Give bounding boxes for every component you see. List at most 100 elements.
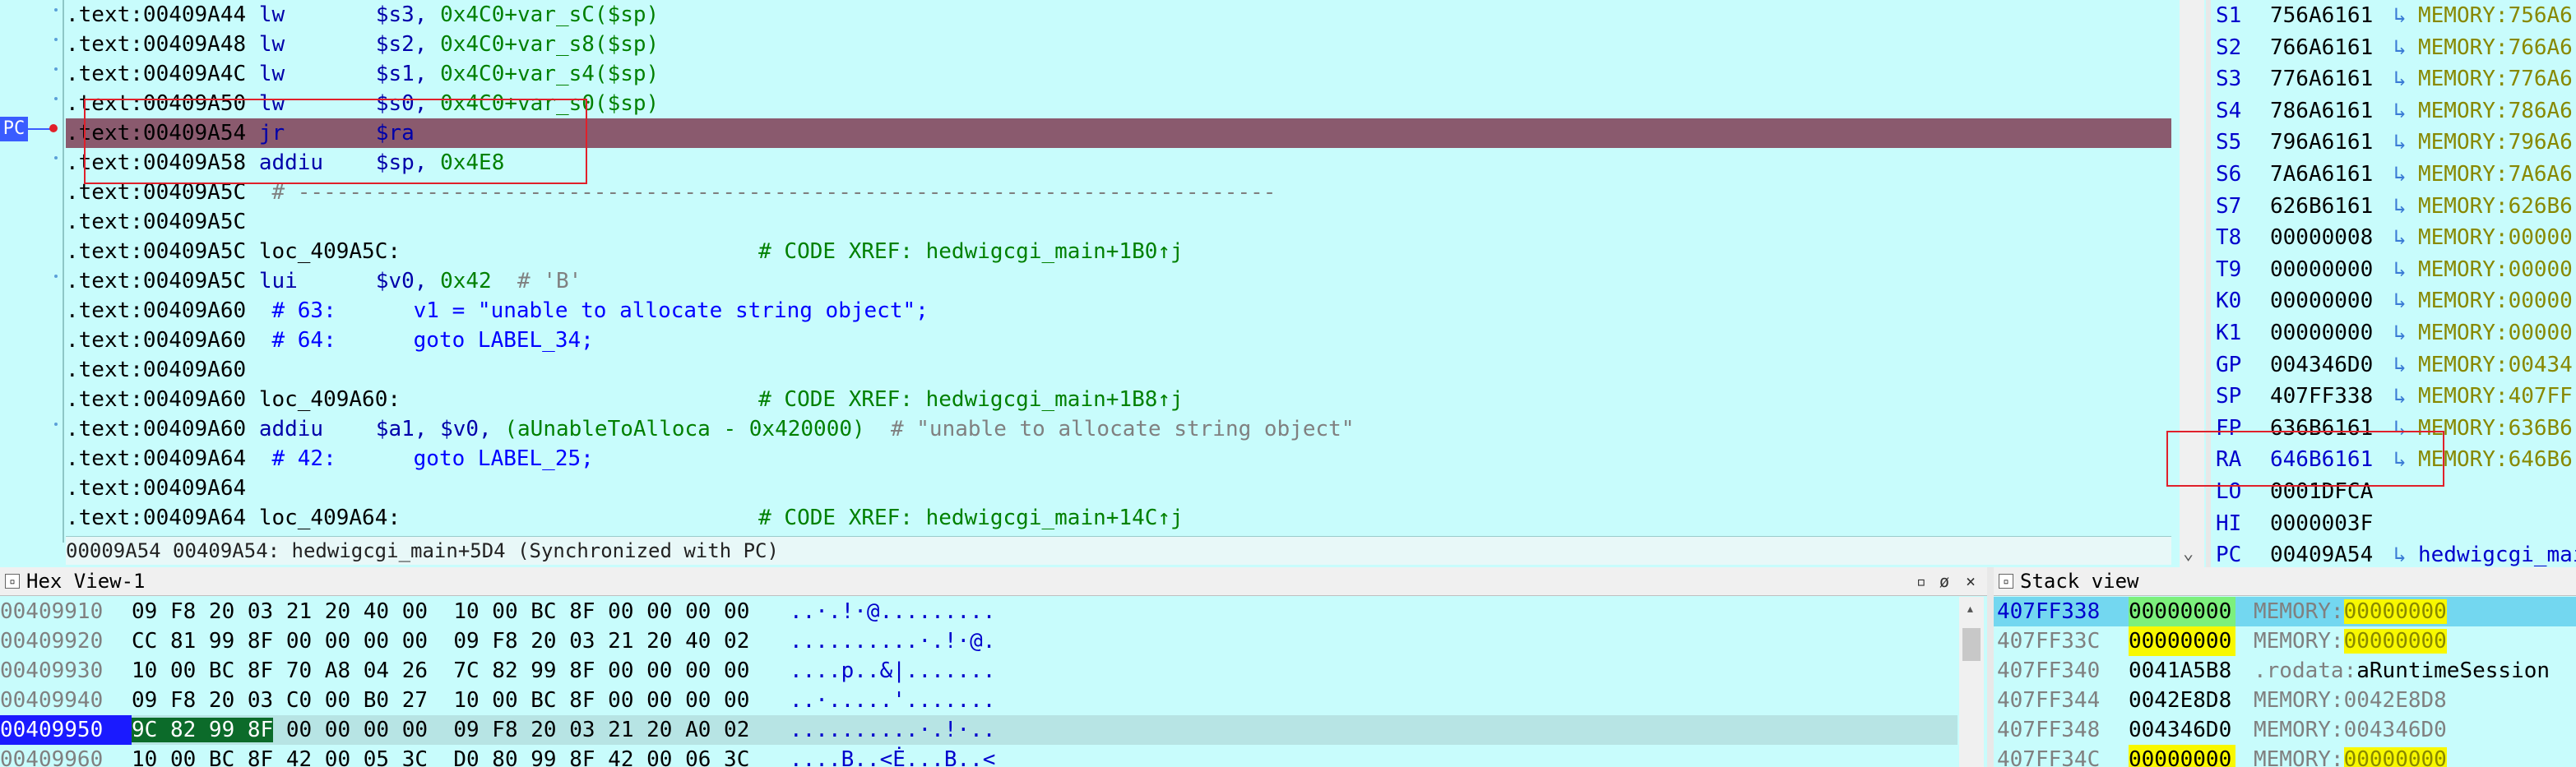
hex-row[interactable]: 00409930 10 00 BC 8F 70 A8 04 26 7C 82 99… [0,656,1957,686]
hex-scrollbar[interactable]: ▴ [1959,597,1984,767]
hex-bytes-selected[interactable]: 9C 82 99 8F [132,718,274,742]
register-value[interactable]: 004346D0 [2270,349,2393,381]
jump-arrow-icon[interactable]: ↳ [2393,95,2418,127]
register-target[interactable]: MEMORY:756A6 [2418,3,2573,28]
jump-arrow-icon[interactable]: ↳ [2393,381,2418,413]
hex-ascii[interactable]: ..·.....'....... [790,686,995,715]
stack-row-current[interactable]: 407FF338 00000000 MEMORY:00000000 [1994,597,2576,626]
hex-row[interactable]: 00409920 CC 81 99 8F 00 00 00 00 09 F8 20… [0,626,1957,656]
stack-target[interactable]: .rodata:aRuntimeSession [2254,658,2550,683]
register-target[interactable]: MEMORY:00000 [2418,257,2573,282]
hex-bytes[interactable]: 09 F8 20 03 C0 00 B0 27 10 00 BC 8F 00 0… [132,688,749,713]
pin-icon[interactable]: ø [1939,567,1949,595]
hex-ascii[interactable]: ..·.!·@......... [790,597,995,626]
register-value[interactable]: 407FF338 [2270,381,2393,413]
register-target[interactable]: MEMORY:00000 [2418,225,2573,250]
register-value[interactable]: 7A6A6161 [2270,159,2393,191]
code-line[interactable]: .text:00409A64 # 42: goto LABEL_25; [66,444,2171,474]
code-line[interactable]: .text:00409A48 lw $s2, 0x4C0+var_s8($sp) [66,30,2171,59]
jump-arrow-icon[interactable]: ↳ [2393,349,2418,381]
jump-arrow-icon[interactable]: ↳ [2393,159,2418,191]
jump-arrow-icon[interactable]: ↳ [2393,222,2418,254]
code-line[interactable]: .text:00409A64 [66,474,2171,503]
jump-arrow-icon[interactable]: ↳ [2393,539,2418,567]
register-target[interactable]: hedwigcgi_mai [2418,543,2576,567]
stack-value[interactable]: 0042E8D8 [2129,686,2235,715]
stack-target[interactable]: MEMORY:00000000 [2254,599,2447,624]
stack-target-value[interactable]: 0042E8D8 [2344,688,2447,713]
stack-target-value[interactable]: 004346D0 [2344,718,2447,742]
chevron-down-icon[interactable]: ⌄ [2183,543,2194,564]
code-line[interactable]: .text:00409A4C lw $s1, 0x4C0+var_s4($sp) [66,59,2171,89]
line-address[interactable]: .text:00409A4C [66,62,259,86]
hex-ascii[interactable]: ....B..<Ė...B..< [790,745,995,767]
register-target[interactable]: MEMORY:766A6 [2418,35,2573,60]
hex-row[interactable]: 00409960 10 00 BC 8F 42 00 05 3C D0 80 99… [0,745,1957,767]
line-address[interactable]: .text:00409A5C [66,269,259,293]
register-target[interactable]: MEMORY:7A6A6 [2418,162,2573,187]
register-value[interactable]: 00000000 [2270,317,2393,349]
xref-comment[interactable]: # CODE XREF: hedwigcgi_main+14C↑j [733,506,1184,530]
stack-target-value[interactable]: aRuntimeSession [2356,658,2550,683]
stack-target[interactable]: MEMORY:004346D0 [2254,718,2447,742]
line-address[interactable]: .text:00409A5C [66,210,259,234]
register-row-sp[interactable]: SP 407FF338 ↳ MEMORY:407FF [2211,381,2576,413]
register-row-pc[interactable]: PC 00409A54 ↳ hedwigcgi_mai [2211,539,2576,567]
code-line[interactable]: .text:00409A5C loc_409A5C: # CODE XREF: … [66,237,2171,266]
xref-comment[interactable]: # CODE XREF: hedwigcgi_main+1B0↑j [733,239,1184,264]
stack-row[interactable]: 407FF344 0042E8D8 MEMORY:0042E8D8 [1994,686,2576,715]
register-value[interactable]: 766A6161 [2270,32,2393,64]
code-label[interactable]: loc_409A5C: [259,237,733,266]
register-target[interactable]: MEMORY:796A6 [2418,130,2573,155]
close-icon[interactable]: × [1966,567,1976,595]
register-row-s7[interactable]: S7 626B6161 ↳ MEMORY:626B6 [2211,191,2576,223]
stack-target[interactable]: MEMORY:0042E8D8 [2254,688,2447,713]
register-row-s1[interactable]: S1 756A6161 ↳ MEMORY:756A6 [2211,0,2576,32]
register-value[interactable]: 786A6161 [2270,95,2393,127]
code-line[interactable]: .text:00409A5C lui $v0, 0x42 # 'B' [66,266,2171,296]
line-address[interactable]: .text:00409A60 [66,417,259,441]
stack-view[interactable]: ▫ Stack view 407FF338 00000000 MEMORY:0000… [1994,567,2576,767]
code-line[interactable]: .text:00409A60 addiu $a1, $v0, (aUnableTo… [66,414,2171,444]
code-line[interactable]: .text:00409A60 # 64: goto LABEL_34; [66,326,2171,355]
jump-arrow-icon[interactable]: ↳ [2393,285,2418,317]
stack-row[interactable]: 407FF348 004346D0 MEMORY:004346D0 [1994,715,2576,745]
register-value[interactable]: 00000008 [2270,222,2393,254]
hex-ascii[interactable]: ....p..&|....... [790,656,995,686]
line-address[interactable]: .text:00409A60 [66,298,259,323]
hex-bytes[interactable]: 10 00 BC 8F 70 A8 04 26 7C 82 99 8F 00 0… [132,658,749,683]
scroll-thumb[interactable] [1962,628,1981,661]
stack-value[interactable]: 004346D0 [2129,715,2235,745]
register-target[interactable]: MEMORY:00434 [2418,353,2573,377]
register-value[interactable]: 796A6161 [2270,127,2393,159]
stack-target[interactable]: MEMORY:00000000 [2254,747,2447,767]
line-address[interactable]: .text:00409A60 [66,328,259,353]
line-address[interactable]: .text:00409A60 [66,358,259,382]
restore-icon[interactable]: ▫ [1916,567,1926,595]
register-row-s5[interactable]: S5 796A6161 ↳ MEMORY:796A6 [2211,127,2576,159]
register-target[interactable]: MEMORY:00000 [2418,321,2573,345]
jump-arrow-icon[interactable]: ↳ [2393,317,2418,349]
stack-target[interactable]: MEMORY:00000000 [2254,629,2447,654]
hex-ascii[interactable]: ..........·.!·.. [790,715,995,745]
jump-arrow-icon[interactable]: ↳ [2393,32,2418,64]
hex-bytes[interactable]: 00 00 00 00 09 F8 20 03 21 20 A0 02 [273,718,750,742]
line-address[interactable]: .text:00409A48 [66,32,259,57]
register-target[interactable]: MEMORY:776A6 [2418,67,2573,91]
hex-bytes[interactable]: CC 81 99 8F 00 00 00 00 09 F8 20 03 21 2… [132,629,749,654]
register-row-hi[interactable]: HI 0000003F [2211,508,2576,540]
hex-view[interactable]: ▫ Hex View-1 ▫ ø × 00409910 09 F8 20 03 2… [0,567,1987,767]
code-line[interactable]: .text:00409A60 loc_409A60: # CODE XREF: … [66,385,2171,414]
register-value[interactable]: 626B6161 [2270,191,2393,223]
register-row-s2[interactable]: S2 766A6161 ↳ MEMORY:766A6 [2211,32,2576,64]
register-row-t8[interactable]: T8 00000008 ↳ MEMORY:00000 [2211,222,2576,254]
line-address[interactable]: .text:00409A5C [66,239,259,264]
hex-ascii[interactable]: ..........·.!·@. [790,626,995,656]
register-value[interactable]: 00000000 [2270,285,2393,317]
hex-row-selected[interactable]: 00409950 9C 82 99 8F 00 00 00 00 09 F8 20… [0,715,1957,745]
code-line[interactable]: .text:00409A44 lw $s3, 0x4C0+var_sC($sp) [66,0,2171,30]
stack-target-value[interactable]: 00000000 [2343,747,2447,767]
stack-value[interactable]: 0041A5B8 [2129,656,2235,686]
jump-arrow-icon[interactable]: ↳ [2393,191,2418,223]
line-address[interactable]: .text:00409A64 [66,446,259,471]
